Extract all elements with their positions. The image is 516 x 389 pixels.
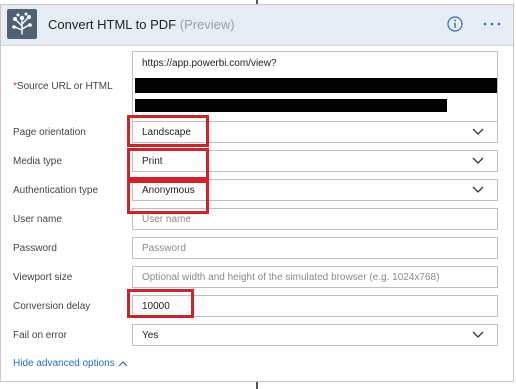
media-type-select[interactable]: Print	[132, 150, 498, 172]
viewport-size-label: Viewport size	[13, 272, 73, 283]
fail-on-error-select[interactable]: Yes	[132, 324, 498, 346]
title-text: Convert HTML to PDF	[48, 17, 177, 32]
redaction-bar	[135, 78, 497, 93]
password-placeholder: Password	[142, 243, 186, 254]
conversion-delay-label: Conversion delay	[13, 301, 91, 312]
preview-tag: (Preview)	[179, 17, 235, 32]
authentication-type-label: Authentication type	[13, 185, 99, 196]
chevron-down-icon[interactable]	[472, 157, 484, 165]
source-url-label-text: Source URL or HTML	[16, 81, 113, 92]
page-orientation-select[interactable]: Landscape	[132, 121, 498, 143]
user-name-placeholder: User name	[142, 214, 191, 225]
password-input[interactable]: Password	[132, 237, 498, 259]
authentication-type-select[interactable]: Anonymous	[132, 179, 498, 201]
fail-on-error-label: Fail on error	[13, 330, 67, 341]
chevron-down-icon[interactable]	[472, 186, 484, 194]
authentication-type-value: Anonymous	[142, 185, 195, 196]
action-card: Convert HTML to PDF (Preview) *Source UR…	[0, 4, 514, 382]
card-title: Convert HTML to PDF (Preview)	[48, 17, 235, 32]
password-label: Password	[13, 243, 57, 254]
viewport-size-placeholder: Optional width and height of the simulat…	[142, 272, 440, 283]
page-orientation-value: Landscape	[142, 127, 191, 138]
more-icon[interactable]	[480, 15, 504, 33]
hide-advanced-options-text: Hide advanced options	[13, 358, 115, 369]
source-url-label: *Source URL or HTML	[13, 81, 113, 92]
hide-advanced-options-link[interactable]: Hide advanced options	[13, 358, 128, 369]
source-url-field[interactable]: https://app.powerbi.com/view?	[132, 51, 498, 123]
source-url-value: https://app.powerbi.com/view?	[142, 58, 277, 69]
info-icon[interactable]	[447, 16, 463, 32]
media-type-value: Print	[142, 156, 163, 167]
card-header[interactable]: Convert HTML to PDF (Preview)	[1, 5, 513, 46]
user-name-input[interactable]: User name	[132, 208, 498, 230]
redaction-bar	[135, 99, 447, 112]
conversion-delay-value: 10000	[142, 301, 170, 312]
logo-icon	[7, 9, 37, 39]
chevron-up-icon	[118, 361, 128, 367]
chevron-down-icon[interactable]	[472, 331, 484, 339]
user-name-label: User name	[13, 214, 62, 225]
chevron-down-icon[interactable]	[472, 128, 484, 136]
conversion-delay-input[interactable]: 10000	[132, 295, 498, 317]
flow-connector-bottom	[256, 382, 258, 389]
viewport-size-input[interactable]: Optional width and height of the simulat…	[132, 266, 498, 288]
page-orientation-label: Page orientation	[13, 127, 86, 138]
fail-on-error-value: Yes	[142, 330, 159, 341]
media-type-label: Media type	[13, 156, 62, 167]
